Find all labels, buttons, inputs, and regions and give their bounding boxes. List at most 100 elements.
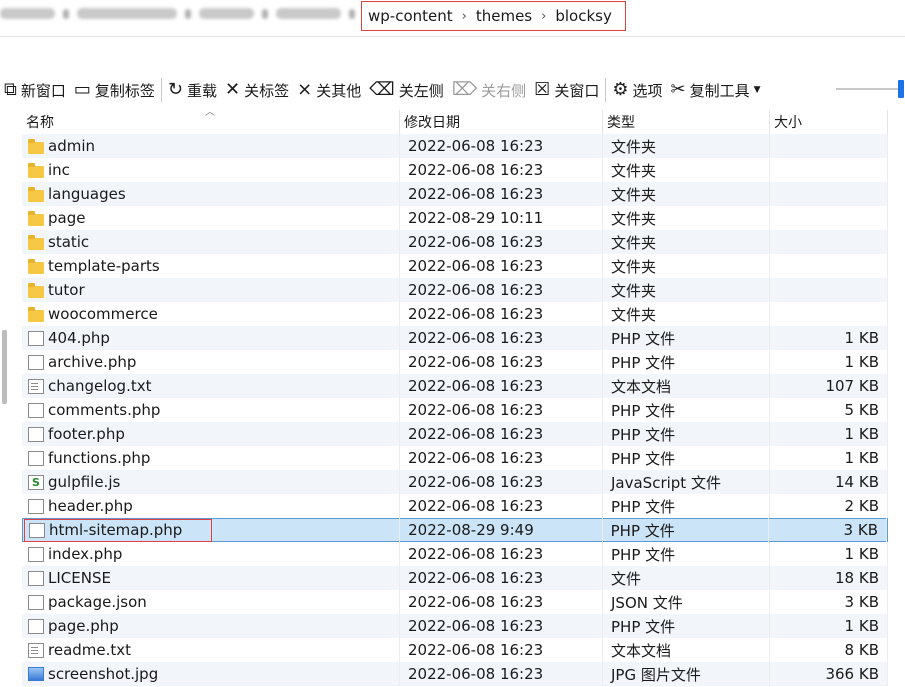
file-size: 1 KB: [770, 614, 888, 638]
file-row[interactable]: template-parts 2022-06-08 16:23 文件夹: [22, 254, 888, 278]
close-right-icon: ⌦: [451, 79, 478, 100]
file-row[interactable]: html-sitemap.php 2022-08-29 9:49 PHP 文件 3 K…: [22, 518, 888, 542]
file-icon: [28, 450, 44, 466]
file-row[interactable]: languages 2022-06-08 16:23 文件夹: [22, 182, 888, 206]
options-label: 选项: [632, 81, 663, 100]
column-header-size[interactable]: 大小: [770, 110, 888, 134]
zoom-slider[interactable]: [836, 80, 905, 98]
folder-icon: [28, 186, 44, 202]
folder-icon: [28, 306, 44, 322]
file-row[interactable]: comments.php 2022-06-08 16:23 PHP 文件 5 KB: [22, 398, 888, 422]
file-row[interactable]: inc 2022-06-08 16:23 文件夹: [22, 158, 888, 182]
file-row[interactable]: archive.php 2022-06-08 16:23 PHP 文件 1 KB: [22, 350, 888, 374]
file-type: JPG 图片文件: [603, 662, 770, 686]
script-file-icon: S: [28, 474, 44, 490]
slider-thumb[interactable]: [898, 80, 904, 98]
file-row[interactable]: tutor 2022-06-08 16:23 文件夹: [22, 278, 888, 302]
file-name: page: [48, 209, 86, 227]
close-left-icon: ⌫: [369, 79, 395, 100]
column-header-type[interactable]: 类型: [603, 110, 770, 134]
breadcrumb-item-themes[interactable]: themes: [470, 7, 538, 25]
file-row[interactable]: readme.txt 2022-06-08 16:23 文本文档 8 KB: [22, 638, 888, 662]
close-others-icon: ⨯: [297, 79, 313, 100]
file-size: [770, 206, 888, 230]
file-name: index.php: [48, 545, 123, 563]
file-row[interactable]: Sgulpfile.js 2022-06-08 16:23 JavaScript 文…: [22, 470, 888, 494]
file-name: html-sitemap.php: [49, 521, 183, 539]
file-name-cell: page.php: [22, 614, 400, 638]
duplicate-tab-label: 复制标签: [94, 81, 155, 100]
file-name-cell: languages: [22, 182, 400, 206]
close-tab-label: 关标签: [244, 81, 290, 100]
close-tab-icon: ✕: [225, 79, 241, 100]
file-name: package.json: [48, 593, 147, 611]
file-name: readme.txt: [48, 641, 132, 659]
scrollbar[interactable]: [2, 330, 7, 404]
file-row[interactable]: static 2022-06-08 16:23 文件夹: [22, 230, 888, 254]
breadcrumb-item-wp-content[interactable]: wp-content: [362, 7, 459, 25]
duplicate-tab-icon: ▭: [73, 79, 91, 100]
file-row[interactable]: index.php 2022-06-08 16:23 PHP 文件 1 KB: [22, 542, 888, 566]
address-bar[interactable]: wp-content › themes › blocksy: [0, 0, 905, 37]
file-type: 文本文档: [603, 638, 770, 662]
close-window-button[interactable]: ☒ 关窗口: [530, 75, 603, 105]
close-others-button[interactable]: ⨯ 关其他: [293, 75, 365, 105]
reload-button[interactable]: ↻ 重载: [164, 75, 221, 105]
column-header-name[interactable]: 名称: [22, 110, 400, 134]
file-date: 2022-06-08 16:23: [400, 662, 603, 686]
file-date: 2022-06-08 16:23: [400, 254, 603, 278]
file-name-cell: package.json: [22, 590, 400, 614]
file-row[interactable]: header.php 2022-06-08 16:23 PHP 文件 2 KB: [22, 494, 888, 518]
file-row[interactable]: footer.php 2022-06-08 16:23 PHP 文件 1 KB: [22, 422, 888, 446]
blurred-breadcrumb: [0, 8, 355, 19]
file-size: [770, 278, 888, 302]
file-date: 2022-06-08 16:23: [400, 590, 603, 614]
file-row[interactable]: 404.php 2022-06-08 16:23 PHP 文件 1 KB: [22, 326, 888, 350]
new-window-button[interactable]: ⧉ 新窗口: [0, 75, 70, 105]
file-row[interactable]: page 2022-08-29 10:11 文件夹: [22, 206, 888, 230]
folder-icon: [28, 282, 44, 298]
file-name-cell: template-parts: [22, 254, 400, 278]
file-size: [770, 134, 888, 158]
copy-tools-button[interactable]: ✂ 复制工具 ▼: [666, 75, 764, 105]
file-size: 3 KB: [770, 590, 888, 614]
chevron-right-icon[interactable]: ›: [459, 9, 470, 24]
file-name-cell: tutor: [22, 278, 400, 302]
file-date: 2022-08-29 9:49: [400, 518, 603, 542]
file-size: 3 KB: [769, 518, 887, 542]
file-size: 8 KB: [770, 638, 888, 662]
file-row[interactable]: LICENSE 2022-06-08 16:23 文件 18 KB: [22, 566, 888, 590]
file-date: 2022-06-08 16:23: [400, 278, 603, 302]
file-size: 1 KB: [770, 446, 888, 470]
file-name-cell: footer.php: [22, 422, 400, 446]
file-type: PHP 文件: [603, 350, 770, 374]
file-name-cell: page: [22, 206, 400, 230]
file-icon: [29, 522, 45, 538]
breadcrumb-item-blocksy[interactable]: blocksy: [549, 7, 618, 25]
file-name: tutor: [48, 281, 85, 299]
file-type: PHP 文件: [603, 422, 770, 446]
close-window-label: 关窗口: [554, 81, 600, 100]
file-row[interactable]: page.php 2022-06-08 16:23 PHP 文件 1 KB: [22, 614, 888, 638]
file-row[interactable]: changelog.txt 2022-06-08 16:23 文本文档 107 KB: [22, 374, 888, 398]
close-right-button[interactable]: ⌦ 关右侧: [448, 75, 530, 105]
chevron-right-icon[interactable]: ›: [538, 9, 549, 24]
file-row[interactable]: functions.php 2022-06-08 16:23 PHP 文件 1 KB: [22, 446, 888, 470]
column-header-date[interactable]: 修改日期: [400, 110, 603, 134]
close-left-button[interactable]: ⌫ 关左侧: [365, 75, 447, 105]
file-row[interactable]: screenshot.jpg 2022-06-08 16:23 JPG 图片文件 36…: [22, 662, 888, 686]
new-window-label: 新窗口: [20, 81, 66, 100]
dropdown-arrow-icon: ▼: [753, 85, 761, 95]
file-name-cell: index.php: [22, 542, 400, 566]
options-button[interactable]: ⚙ 选项: [608, 75, 666, 105]
new-window-icon: ⧉: [4, 79, 17, 100]
file-row[interactable]: woocommerce 2022-06-08 16:23 文件夹: [22, 302, 888, 326]
duplicate-tab-button[interactable]: ▭ 复制标签: [70, 75, 159, 105]
file-date: 2022-06-08 16:23: [400, 230, 603, 254]
close-tab-button[interactable]: ✕ 关标签: [221, 75, 293, 105]
file-name-cell: functions.php: [22, 446, 400, 470]
file-type: 文件夹: [603, 134, 770, 158]
file-row[interactable]: package.json 2022-06-08 16:23 JSON 文件 3 KB: [22, 590, 888, 614]
file-name: template-parts: [48, 257, 160, 275]
file-row[interactable]: admin 2022-06-08 16:23 文件夹: [22, 134, 888, 158]
